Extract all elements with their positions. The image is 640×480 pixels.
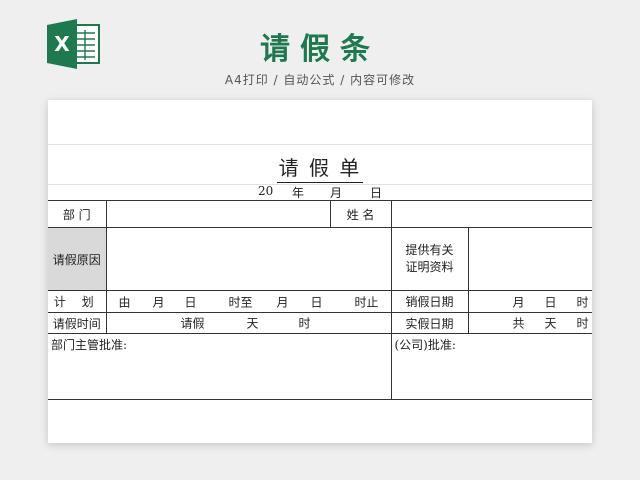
plan-days: 天 [246,316,259,331]
page-subtitle: A4打印 / 自动公式 / 内容可修改 [224,73,416,87]
date-month: 月 [330,186,343,200]
company-approval-label: (公司)批准: [394,338,456,352]
plan-label: 计 划 [48,290,107,313]
actual-duration-field[interactable]: 共 天 时 [467,312,592,334]
dept-head-approval-label: 部门主管批准: [51,338,128,352]
department-field[interactable] [105,200,331,228]
plan-until: 时至 [228,295,253,309]
table-row: 部 门 姓 名 [48,200,592,228]
plan-from: 由 [118,295,131,309]
name-field[interactable] [390,200,592,228]
table-row: 部门主管批准: (公司)批准: [48,333,592,400]
company-approval-field[interactable]: (公司)批准: [390,333,592,400]
cancel-hour: 时 [576,295,589,309]
reason-label: 请假原因 [48,227,107,291]
sheet-divider [48,144,592,145]
plan-day2: 日 [310,295,323,309]
plan-day: 日 [184,295,197,309]
date-row: 20 年 月 日 [48,184,592,200]
leave-form-table: 部 门 姓 名 请假原因 提供有关 证明资料 计 划 由 月 日 时至 月 日 [48,200,592,400]
dept-head-approval-field[interactable]: 部门主管批准: [48,333,392,400]
plan-month: 月 [152,295,165,309]
table-row: 计 划 由 月 日 时至 月 日 时止 销假日期 月 日 时 [48,290,592,313]
table-row: 请假原因 提供有关 证明资料 [48,227,592,291]
actual-total: 共 [512,316,525,331]
form-sheet: 请 假 单 20 年 月 日 部 门 姓 名 请假原因 提供有关 证明资料 计 … [48,100,592,443]
actual-label: 实假日期 [390,312,469,334]
proof-label: 提供有关 证明资料 [390,227,469,291]
date-day: 日 [370,186,383,200]
cancel-month: 月 [512,295,525,309]
date-year-prefix[interactable]: 20 [258,184,273,198]
plan-duration-field[interactable]: 请假 天 时 [105,312,392,334]
proof-label-line1: 提供有关 [405,243,454,257]
table-row: 请假时间 请假 天 时 实假日期 共 天 时 [48,312,592,334]
name-label: 姓 名 [329,200,392,228]
proof-field[interactable] [467,227,592,291]
proof-label-line2: 证明资料 [405,260,454,274]
plan-hours: 时 [298,316,311,331]
cancel-label: 销假日期 [390,290,469,313]
plan-range-field[interactable]: 由 月 日 时至 月 日 时止 [105,290,392,313]
plan-month2: 月 [276,295,289,309]
plan-stop: 时止 [354,295,379,309]
reason-field[interactable] [105,227,392,291]
cancel-day: 日 [544,295,557,309]
cancel-date-field[interactable]: 月 日 时 [467,290,592,313]
form-title: 请 假 单 [48,152,592,183]
actual-hours: 时 [576,316,589,331]
actual-days: 天 [544,316,557,331]
date-year: 年 [292,186,305,200]
plan-time-label: 请假时间 [48,312,107,334]
plan-leave: 请假 [180,316,205,331]
department-label: 部 门 [48,200,107,228]
page-title: 请假条 [260,32,380,67]
